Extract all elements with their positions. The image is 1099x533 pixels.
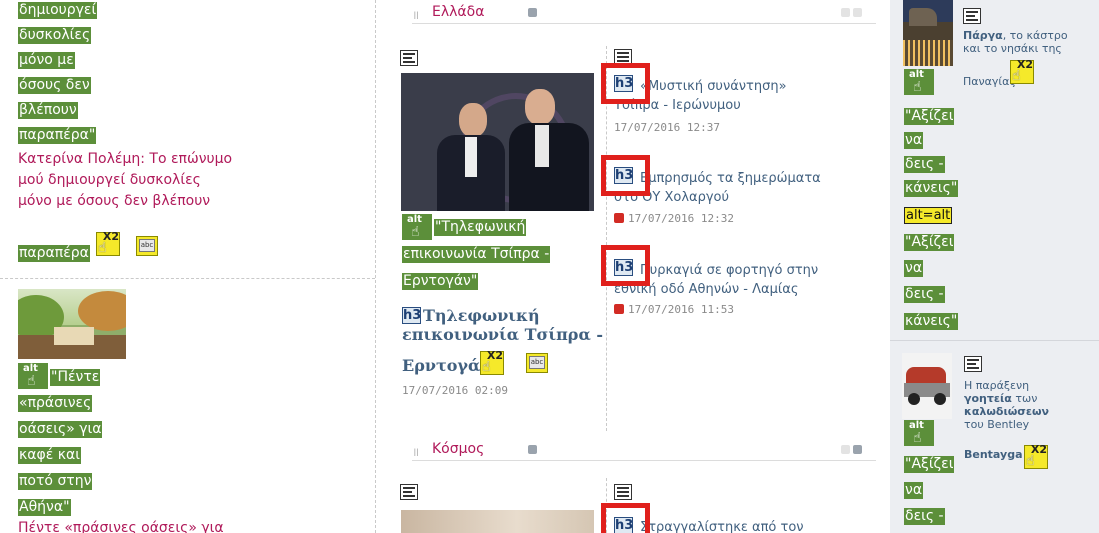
- section-toggle-icon[interactable]: [528, 445, 537, 454]
- article-title-bentley[interactable]: Η παράξενη: [964, 379, 1029, 392]
- alt-text-line: δεις -: [904, 286, 945, 303]
- article-title[interactable]: Πυρκαγιά σε φορτηγό στην: [640, 262, 818, 279]
- alt-text-line: επικοινωνία Τσίπρα -: [402, 246, 551, 263]
- alt-text-line: "Αξίζει: [904, 456, 955, 473]
- right-column: Πάργα, το κάστρο και το νησάκι της Παναγ…: [890, 0, 1099, 533]
- alt-text-line: οάσεις» για: [18, 421, 103, 438]
- article-title-bentley[interactable]: γοητεία των: [964, 392, 1037, 405]
- close-icon[interactable]: [853, 8, 862, 17]
- list-view-icon[interactable]: [963, 8, 981, 24]
- alt-text-line: δεις -: [904, 156, 945, 173]
- alt-text-icon[interactable]: alt ☝: [18, 363, 48, 389]
- alt-text-icon[interactable]: alt ☝: [904, 69, 934, 95]
- article-date: 17/07/2016 11:53: [614, 303, 734, 316]
- title-line: μού δημιουργεί δυσκολίες: [18, 172, 201, 188]
- main-article-title-line[interactable]: Ερντογάν: [402, 356, 491, 376]
- new-article-icon: [614, 304, 624, 314]
- x2-zoom-icon[interactable]: X2 ☝: [480, 349, 504, 375]
- article-photo-kosmos[interactable]: [401, 510, 594, 533]
- alt-text-line: να: [904, 260, 924, 277]
- article-title-cut[interactable]: Πέντε «πράσινες οάσεις» για: [18, 518, 224, 533]
- section-bullet-icon: ॥: [412, 8, 420, 22]
- alt-text-line: "Πέντε: [50, 369, 101, 386]
- abc-spellcheck-icon[interactable]: abc: [526, 353, 548, 373]
- article-thumbnail-bentley[interactable]: [902, 353, 952, 419]
- alt-text-line: δυσκολίες: [18, 27, 92, 44]
- list-view-icon[interactable]: [964, 356, 982, 372]
- article-title[interactable]: Στραγγαλίστηκε από τον: [640, 519, 804, 533]
- article-date: 17/07/2016 12:32: [614, 212, 734, 225]
- article-date: 17/07/2016 12:37: [614, 121, 720, 134]
- highlight-box: [601, 155, 650, 196]
- alt-text-line: όσους δεν: [18, 77, 91, 94]
- alt-text-line: κάνεις": [904, 313, 959, 330]
- highlight-box: [601, 503, 650, 533]
- alt-text-line: "Τηλεφωνική: [434, 219, 527, 236]
- alt-text-line: παραπέρα: [18, 245, 90, 262]
- column-divider: [375, 0, 376, 533]
- article-title-bentley[interactable]: του Bentley: [964, 418, 1029, 431]
- article-photo-tsipras-erdogan[interactable]: [401, 73, 594, 211]
- main-article-title-line[interactable]: επικοινωνία Τσίπρα -: [402, 325, 603, 345]
- h3-heading-badge: h3: [402, 307, 422, 324]
- article-title-bentley[interactable]: Bentayga: [964, 448, 1023, 461]
- close-icon[interactable]: [853, 445, 862, 454]
- article-thumbnail-parga[interactable]: [903, 0, 953, 66]
- alt-text-line: βλέπουν: [18, 102, 78, 119]
- article-title-parga[interactable]: Πάργα, το κάστρο: [963, 29, 1068, 42]
- alt-text-line: "Αξίζει: [904, 108, 955, 125]
- alt-text-line: "Αξίζει: [904, 234, 955, 251]
- divider: [890, 340, 1099, 341]
- article-thumbnail-garden[interactable]: [18, 289, 126, 359]
- article-title-parga[interactable]: Παναγίας: [963, 75, 1016, 88]
- alt-text-line: δημιουργεί: [18, 2, 98, 19]
- alt-text-line: δεις -: [904, 508, 945, 525]
- title-line: Κατερίνα Πολέμη: Το επώνυμο: [18, 151, 233, 167]
- x2-zoom-icon[interactable]: X2 ☝: [1010, 58, 1034, 84]
- alt-text-line: καφέ και: [18, 447, 81, 464]
- alt-text-line: ποτό στην: [18, 473, 93, 490]
- section-title[interactable]: Ελλάδα: [432, 4, 484, 20]
- alt-text-line: να: [904, 132, 924, 149]
- middle-column: ॥ Ελλάδα alt ☝ "Τηλεφωνική επικοινωνία Τσ…: [386, 0, 876, 533]
- list-view-icon[interactable]: [400, 484, 418, 500]
- alt-equals-badge: alt=alt: [904, 207, 953, 224]
- highlight-box: [601, 63, 650, 104]
- alt-text-line: Αθήνα": [18, 499, 71, 516]
- left-column: δημιουργεί δυσκολίες μόνο με όσους δεν β…: [0, 0, 375, 533]
- main-article-title-line[interactable]: Τηλεφωνική: [423, 306, 540, 326]
- abc-spellcheck-icon[interactable]: abc: [136, 236, 158, 256]
- article-title[interactable]: Εμπρησμός τα ξημερώματα: [640, 170, 821, 187]
- alt-text-line: Ερντογάν": [402, 273, 479, 290]
- collapse-icon[interactable]: [841, 8, 850, 17]
- collapse-icon[interactable]: [841, 445, 850, 454]
- article-title-polemi[interactable]: Κατερίνα Πολέμη: Το επώνυμο μού δημιουργ…: [18, 149, 232, 212]
- alt-text-icon[interactable]: alt ☝: [904, 420, 934, 446]
- article-title-parga[interactable]: και το νησάκι της: [963, 42, 1062, 55]
- x2-zoom-icon[interactable]: X2 ☝: [96, 230, 120, 256]
- article-title-bentley[interactable]: καλωδιώσεων: [964, 405, 1049, 418]
- section-title[interactable]: Κόσμος: [432, 441, 484, 457]
- section-bullet-icon: ॥: [412, 445, 420, 459]
- alt-text-line: «πράσινες: [18, 395, 93, 412]
- alt-text-icon[interactable]: alt ☝: [402, 214, 432, 240]
- article-date: 17/07/2016 02:09: [402, 384, 508, 397]
- list-view-icon[interactable]: [400, 50, 418, 66]
- section-toggle-icon[interactable]: [528, 8, 537, 17]
- alt-text-line: να: [904, 482, 924, 499]
- alt-text-line: παραπέρα": [18, 127, 97, 144]
- list-view-icon[interactable]: [614, 484, 632, 500]
- highlight-box: [601, 245, 650, 286]
- alt-text-line: μόνο με: [18, 52, 75, 69]
- alt-text-line: κάνεις": [904, 180, 959, 197]
- section-header-ellada: ॥ Ελλάδα: [412, 2, 876, 24]
- divider: [0, 278, 375, 279]
- new-article-icon: [614, 213, 624, 223]
- section-header-kosmos: ॥ Κόσμος: [412, 439, 876, 461]
- title-line: μόνο με όσους δεν βλέπουν: [18, 193, 211, 209]
- article-title[interactable]: «Μυστική συνάντηση»: [640, 78, 787, 95]
- x2-zoom-icon[interactable]: X2 ☝: [1024, 443, 1048, 469]
